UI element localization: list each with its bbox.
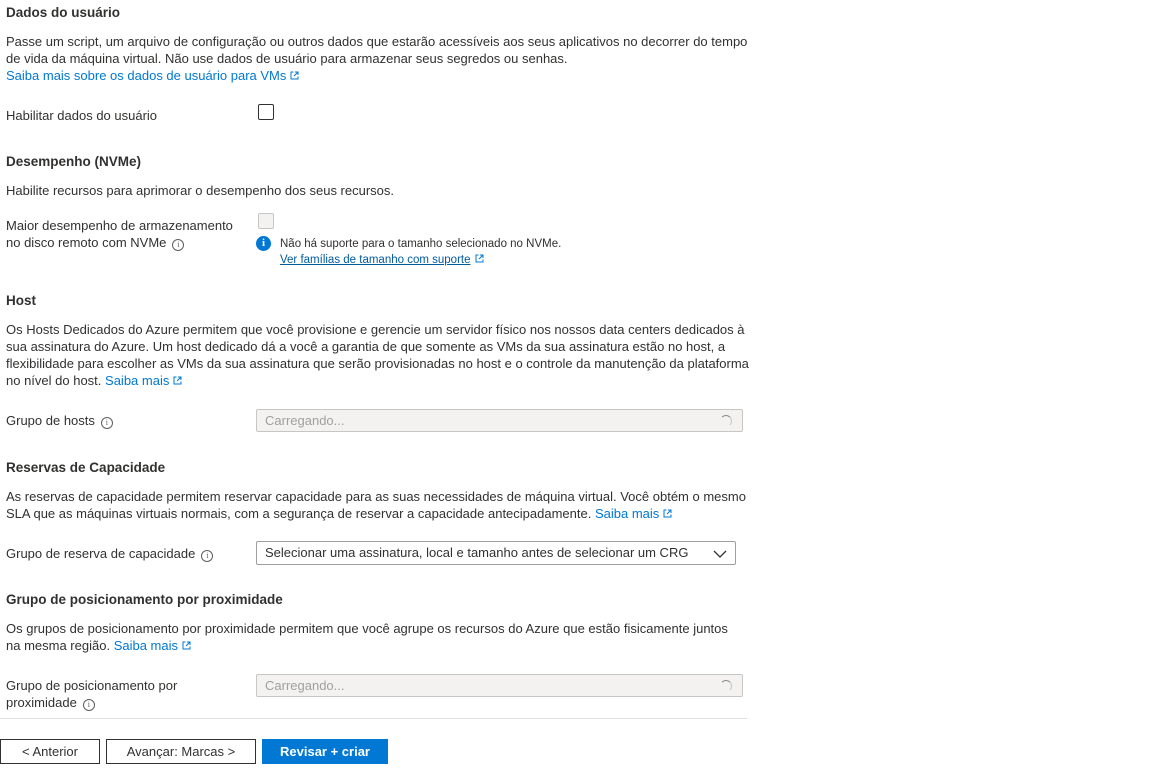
host-learn-more-link[interactable]: Saiba mais (105, 373, 169, 388)
external-link-icon (663, 509, 672, 518)
host-group-label: Grupo de hosts i (6, 412, 113, 429)
nvme-info-message: Não há suporte para o tamanho selecionad… (280, 238, 562, 266)
info-circle-icon: i (256, 236, 271, 251)
host-description: Os Hosts Dedicados do Azure permitem que… (6, 322, 749, 388)
proximity-group-label: Grupo de posicionamento por proximidade i (6, 678, 178, 711)
user-data-description: Passe um script, um arquivo de configura… (6, 34, 748, 83)
proximity-group-field: Carregando... (256, 674, 743, 697)
footer-divider (0, 718, 747, 719)
performance-description: Habilite recursos para aprimorar o desem… (6, 183, 395, 198)
previous-button[interactable]: < Anterior (0, 739, 100, 764)
nvme-label: Maior desempenho de armazenamento no dis… (6, 218, 233, 251)
external-link-icon (290, 71, 299, 80)
loading-spinner-icon (720, 415, 732, 427)
external-link-icon (182, 641, 191, 650)
external-link-icon (475, 254, 484, 263)
proximity-learn-more-link[interactable]: Saiba mais (114, 638, 178, 653)
info-icon[interactable]: i (100, 417, 113, 429)
section-title-capacity: Reservas de Capacidade (6, 460, 166, 475)
section-title-performance: Desempenho (NVMe) (6, 154, 142, 169)
loading-spinner-icon (720, 680, 732, 692)
info-icon[interactable]: i (82, 699, 95, 711)
host-group-field: Carregando... (256, 409, 743, 432)
capacity-group-dropdown[interactable]: Selecionar uma assinatura, local e taman… (256, 541, 736, 565)
nvme-checkbox (258, 213, 274, 229)
info-icon[interactable]: i (201, 550, 214, 562)
user-data-learn-more-link[interactable]: Saiba mais sobre os dados de usuário par… (6, 68, 286, 83)
capacity-group-label: Grupo de reserva de capacidade i (6, 545, 214, 562)
supported-size-families-link[interactable]: Ver famílias de tamanho com suporte (280, 254, 471, 266)
enable-user-data-label: Habilitar dados do usuário (6, 108, 158, 123)
chevron-down-icon (713, 546, 727, 567)
info-icon[interactable]: i (172, 239, 185, 251)
capacity-description: As reservas de capacidade permitem reser… (6, 489, 746, 521)
section-title-host: Host (6, 293, 36, 308)
section-title-proximity: Grupo de posicionamento por proximidade (6, 592, 283, 607)
next-tags-button[interactable]: Avançar: Marcas > (106, 739, 256, 764)
section-title-user-data: Dados do usuário (6, 5, 121, 20)
enable-user-data-checkbox[interactable] (258, 104, 274, 120)
capacity-learn-more-link[interactable]: Saiba mais (595, 506, 659, 521)
review-create-button[interactable]: Revisar + criar (262, 739, 388, 764)
proximity-description: Os grupos de posicionamento por proximid… (6, 621, 728, 653)
external-link-icon (173, 376, 182, 385)
